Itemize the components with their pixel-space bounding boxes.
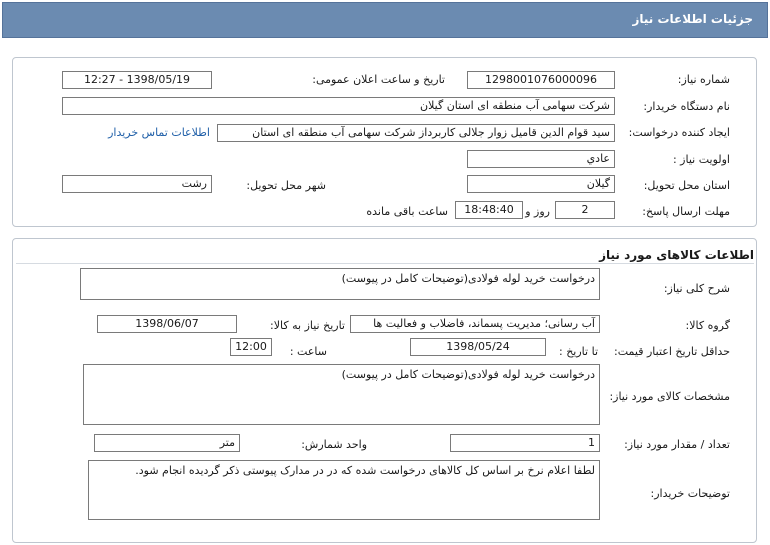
goods-group-label: گروه کالا: — [685, 319, 730, 332]
delivery-province-label: استان محل تحویل: — [643, 179, 730, 192]
need-date-label: تاریخ نیاز به کالا: — [270, 319, 345, 332]
request-creator-field: سید قوام الدین قامیل زوار جلالی کاربرداز… — [217, 124, 615, 142]
delivery-city-field: رشت — [62, 175, 212, 193]
deadline-days-word: روز و — [525, 205, 550, 218]
validity-time-field: 12:00 — [230, 338, 272, 356]
buyer-org-field: شرکت سهامی آب منطقه ای استان گیلان — [62, 97, 615, 115]
priority-label: اولویت نیاز : — [672, 153, 730, 166]
need-date-field: 1398/06/07 — [97, 315, 237, 333]
need-number-label: شماره نیاز: — [677, 73, 730, 86]
section-divider — [16, 263, 754, 264]
remaining-label: ساعت باقی مانده — [366, 205, 448, 218]
request-creator-label: ایجاد کننده درخواست: — [628, 126, 730, 139]
deadline-time-field: 18:48:40 — [455, 201, 523, 219]
need-number-field: 1298001076000096 — [467, 71, 615, 89]
announce-date-field: 1398/05/19 - 12:27 — [62, 71, 212, 89]
delivery-province-field: گیلان — [467, 175, 615, 193]
announce-date-label: تاریخ و ساعت اعلان عمومی: — [312, 73, 445, 86]
delivery-city-label: شهر محل تحویل: — [246, 179, 326, 192]
deadline-label: مهلت ارسال پاسخ: — [642, 205, 730, 218]
buyer-notes-label: توضیحات خریدار: — [650, 487, 731, 500]
buyer-org-label: نام دستگاه خریدار: — [643, 100, 730, 113]
general-desc-field: درخواست خرید لوله فولادی(توضیحات کامل در… — [80, 268, 600, 300]
goods-group-field: آب رسانی؛ مدیریت پسماند، فاضلاب و فعالیت… — [350, 315, 600, 333]
buyer-notes-field: لطفا اعلام نرخ بر اساس کل کالاهای درخواس… — [88, 460, 600, 520]
validity-time-label: ساعت : — [289, 345, 327, 358]
page-title: جزئیات اطلاعات نیاز — [632, 12, 753, 26]
general-desc-label: شرح کلی نیاز: — [663, 282, 730, 295]
price-validity-label: حداقل تاریخ اعتبار قیمت: — [614, 345, 730, 358]
title-bar: جزئیات اطلاعات نیاز — [2, 2, 768, 38]
quantity-label: تعداد / مقدار مورد نیاز: — [624, 438, 730, 451]
unit-field: متر — [94, 434, 240, 452]
unit-label: واحد شمارش: — [301, 438, 367, 451]
goods-spec-label: مشخصات کالای مورد نیاز: — [609, 390, 730, 403]
goods-section-title: اطلاعات کالاهای مورد نیاز — [599, 248, 754, 262]
goods-spec-field: درخواست خرید لوله فولادی(توضیحات کامل در… — [83, 364, 600, 425]
buyer-contact-link[interactable]: اطلاعات تماس خریدار — [108, 126, 210, 139]
until-date-field: 1398/05/24 — [410, 338, 546, 356]
priority-field: عادي — [467, 150, 615, 168]
until-date-label: تا تاریخ : — [559, 345, 598, 358]
quantity-field: 1 — [450, 434, 600, 452]
deadline-days-field: 2 — [555, 201, 615, 219]
